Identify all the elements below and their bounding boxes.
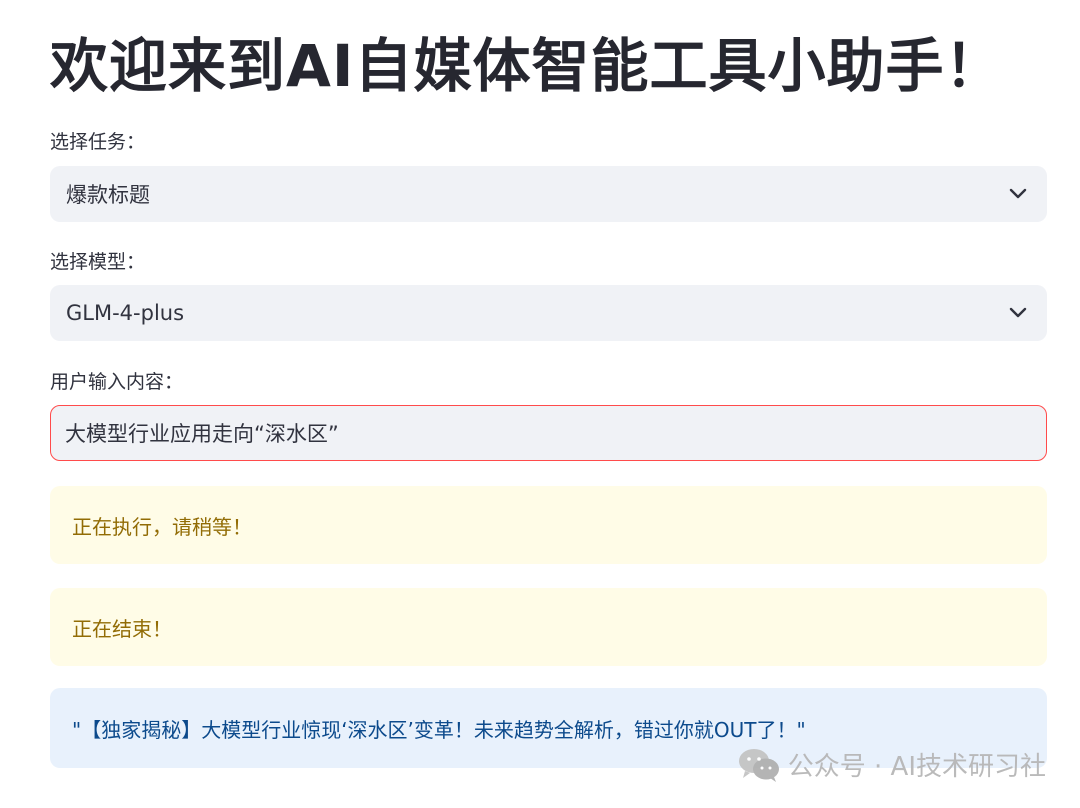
page-title: 欢迎来到AI自媒体智能工具小助手！ bbox=[50, 32, 1004, 100]
result-text: "【独家揭秘】大模型行业惊现‘深水区’变革！未来趋势全解析，错过你就OUT了！" bbox=[72, 717, 806, 742]
task-select-value: 爆款标题 bbox=[66, 183, 150, 207]
task-select-label: 选择任务： bbox=[50, 131, 146, 153]
chevron-down-icon bbox=[1007, 183, 1029, 205]
task-select[interactable]: 爆款标题 bbox=[50, 166, 1047, 222]
watermark-text: 公众号 · AI技术研习社 bbox=[787, 752, 1046, 782]
watermark: 公众号 · AI技术研习社 bbox=[738, 746, 1046, 783]
wechat-icon bbox=[738, 748, 779, 782]
model-select[interactable]: GLM-4-plus bbox=[50, 285, 1047, 341]
model-select-label: 选择模型： bbox=[50, 251, 146, 273]
user-input-label: 用户输入内容： bbox=[50, 371, 184, 393]
status-finished-text: 正在结束！ bbox=[72, 616, 172, 641]
model-select-value: GLM-4-plus bbox=[66, 301, 185, 325]
app-page: 欢迎来到AI自媒体智能工具小助手！ 选择任务： 爆款标题 选择模型： GLM-4… bbox=[0, 0, 1080, 808]
status-running-text: 正在执行，请稍等！ bbox=[72, 514, 252, 539]
status-finished-alert: 正在结束！ bbox=[50, 588, 1047, 666]
status-running-alert: 正在执行，请稍等！ bbox=[50, 486, 1047, 564]
chevron-down-icon bbox=[1007, 302, 1029, 324]
user-input-field[interactable] bbox=[50, 405, 1047, 461]
